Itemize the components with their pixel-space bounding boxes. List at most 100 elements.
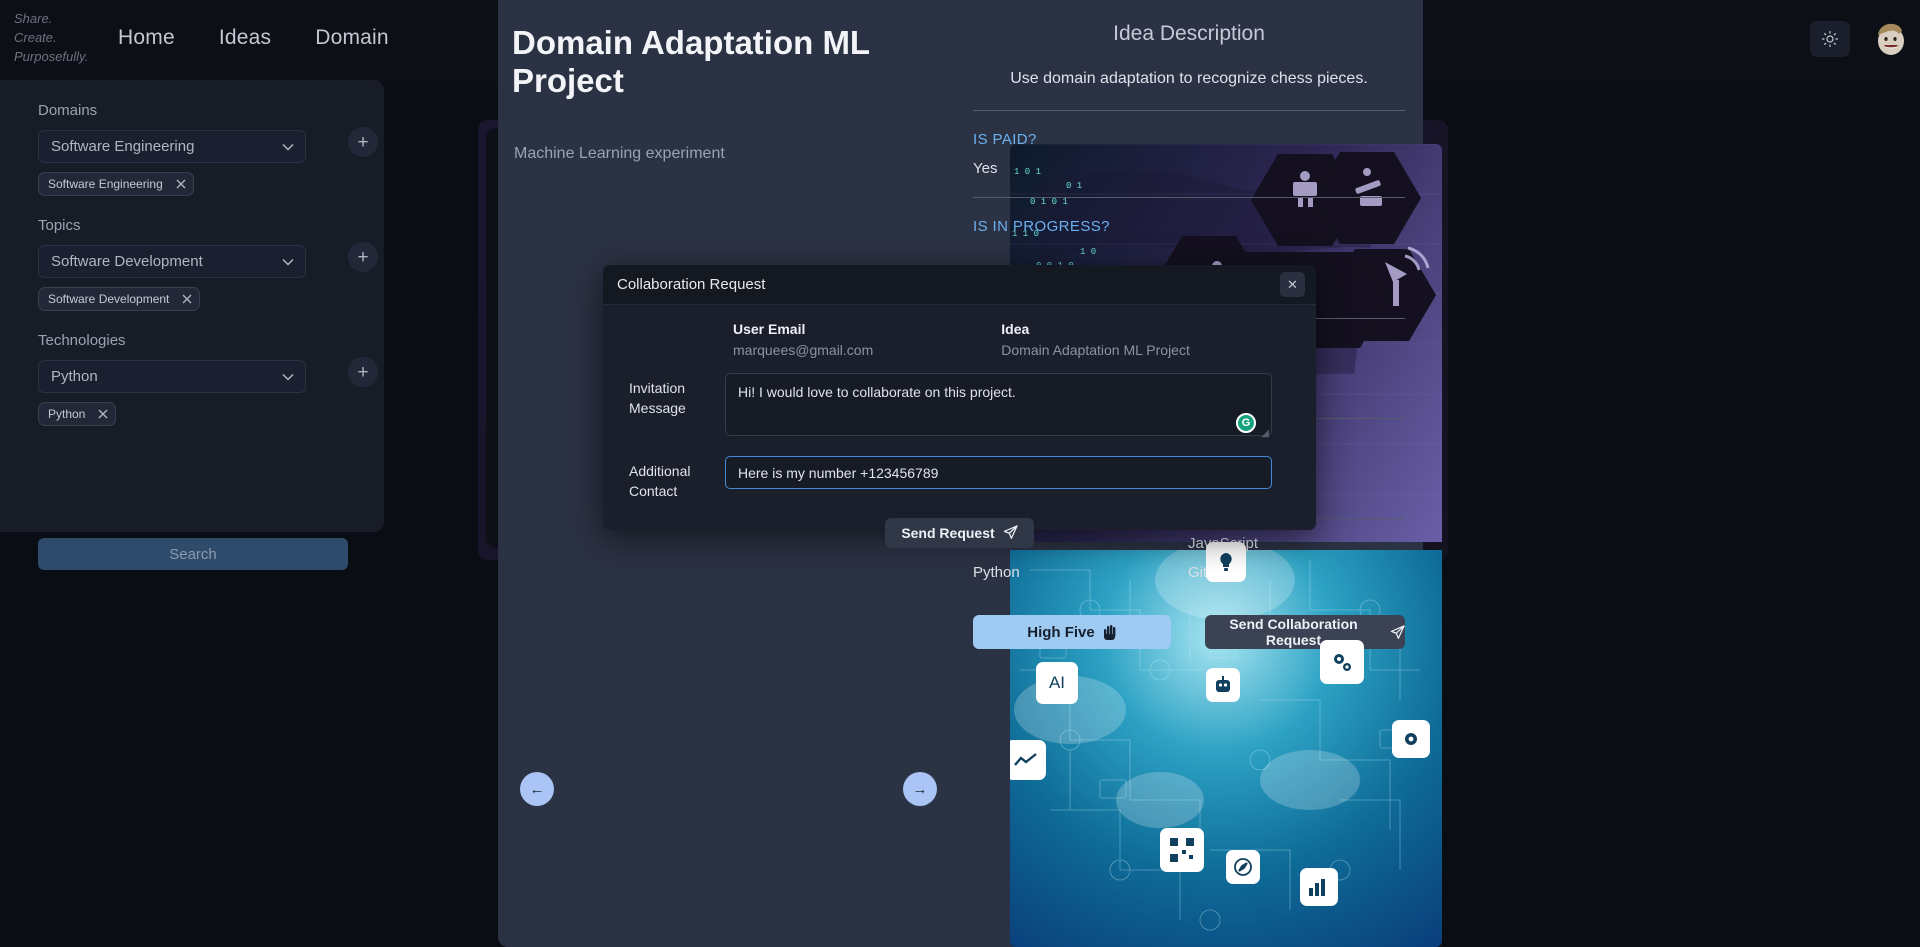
technology-item: Python [973, 564, 1020, 581]
resize-handle-icon[interactable]: ◢ [1261, 428, 1269, 439]
chart-line-icon [1010, 740, 1046, 780]
send-icon [1390, 624, 1405, 640]
theme-toggle-button[interactable] [1810, 21, 1850, 57]
technologies-select-value: Python [51, 368, 98, 385]
chip-topic-remove-icon[interactable] [175, 288, 199, 310]
user-email-block: User Email marquees@gmail.com [733, 321, 873, 358]
filter-group-topics: Topics Software Development + Software D… [38, 217, 378, 311]
collaboration-request-modal: Collaboration Request ✕ User Email marqu… [603, 265, 1316, 548]
user-avatar[interactable] [1870, 17, 1912, 59]
send-collaboration-request-button[interactable]: Send Collaboration Request [1205, 615, 1405, 649]
qr-code-icon [1160, 828, 1204, 872]
close-icon[interactable]: ✕ [1280, 272, 1305, 297]
idea-label: Idea [1001, 321, 1030, 337]
filter-label-technologies: Technologies [38, 332, 126, 349]
carousel-prev-button[interactable]: ← [520, 772, 554, 806]
send-request-row: Send Request [603, 517, 1316, 548]
chevron-down-icon [282, 143, 294, 151]
qr-icon [1170, 838, 1194, 862]
high-five-button[interactable]: High Five [973, 615, 1171, 649]
modal-meta-row: User Email marquees@gmail.com Idea Domai… [603, 321, 1316, 358]
additional-contact-input[interactable] [725, 456, 1272, 489]
filters-sidebar: Domains Software Engineering + Software … [0, 80, 384, 570]
hand-icon [1103, 625, 1116, 640]
lightbulb-icon [1220, 553, 1232, 571]
compass-icon [1226, 850, 1260, 884]
chip-topic[interactable]: Software Development [38, 287, 201, 311]
user-email-value: marquees@gmail.com [733, 342, 874, 358]
tagline-line-3: Purposefully. [14, 48, 89, 64]
bar-chart-icon [1309, 879, 1325, 896]
chip-topic-label: Software Development [48, 292, 170, 306]
send-request-label: Send Request [901, 524, 995, 541]
filter-group-domains: Domains Software Engineering + Software … [38, 102, 378, 196]
chip-domain-remove-icon[interactable] [169, 173, 193, 195]
modal-title: Collaboration Request [617, 276, 766, 293]
invitation-message-wrap: G ◢ [725, 373, 1272, 441]
modal-body: User Email marquees@gmail.com Idea Domai… [603, 305, 1316, 548]
idea-block: Idea Domain Adaptation ML Project [1001, 321, 1190, 358]
high-five-label: High Five [1027, 623, 1095, 641]
chevron-down-icon [282, 373, 294, 381]
add-technology-button[interactable]: + [348, 357, 378, 387]
detail-heading: Idea Description [1113, 22, 1265, 45]
field-value-is-in-progress [955, 235, 1423, 267]
technologies-select[interactable]: Python [38, 360, 306, 393]
gears-icon [1320, 640, 1364, 684]
robot-head-icon [1206, 668, 1240, 702]
grammarly-icon[interactable]: G [1236, 413, 1256, 433]
raised-hand-icon [1103, 624, 1117, 640]
additional-contact-label: Additional Contact [629, 463, 691, 500]
additional-contact-row: Additional Contact [603, 456, 1316, 502]
idea-value: Domain Adaptation ML Project [1001, 342, 1190, 358]
sun-icon [1821, 30, 1839, 48]
invitation-message-row: Invitation Message G ◢ [603, 373, 1316, 441]
detail-description: Use domain adaptation to recognize chess… [1010, 70, 1368, 87]
gear-icon [1405, 733, 1417, 745]
user-email-label: User Email [733, 321, 806, 337]
send-request-button[interactable]: Send Request [885, 517, 1034, 548]
field-label-is-paid: IS PAID? [973, 131, 1037, 148]
domains-select-value: Software Engineering [51, 138, 195, 155]
ai-chip-icon: AI [1036, 662, 1078, 704]
settings-gear-icon [1392, 720, 1430, 758]
send-icon [1003, 525, 1018, 540]
brand-tagline: Share. Create. Purposefully. [14, 10, 88, 67]
nav-item-ideas[interactable]: Ideas [219, 26, 271, 50]
app-root: Share. Create. Purposefully. Home Ideas … [0, 0, 1920, 947]
chip-domain[interactable]: Software Engineering [38, 172, 194, 196]
search-button[interactable]: Search [38, 538, 348, 570]
gear-icon [1334, 654, 1351, 671]
paper-plane-icon [1003, 525, 1018, 540]
filter-group-technologies: Technologies Python + Python [38, 332, 378, 426]
add-topic-button[interactable]: + [348, 242, 378, 272]
add-domain-button[interactable]: + [348, 127, 378, 157]
domains-select[interactable]: Software Engineering [38, 130, 306, 163]
filter-label-topics: Topics [38, 217, 81, 234]
chip-technology[interactable]: Python [38, 402, 117, 426]
compass-icon [1234, 858, 1252, 876]
invitation-message-input[interactable] [725, 373, 1272, 436]
tagline-line-2: Create. [14, 29, 57, 45]
chip-technology-label: Python [48, 407, 86, 421]
topics-select-value: Software Development [51, 253, 203, 270]
trend-line-icon [1014, 753, 1037, 766]
bar-chart-icon [1300, 868, 1338, 906]
chip-technology-remove-icon[interactable] [91, 403, 115, 425]
avatar-face-icon [1878, 23, 1904, 55]
nav-item-home[interactable]: Home [118, 26, 175, 50]
chip-domain-label: Software Engineering [48, 177, 163, 191]
nav-item-domain[interactable]: Domain [315, 26, 389, 50]
tagline-line-1: Share. [14, 11, 53, 26]
main-nav: Home Ideas Domain [118, 26, 389, 50]
chevron-down-icon [282, 258, 294, 266]
carousel-next-button[interactable]: → [903, 772, 937, 806]
bulb-icon [1206, 542, 1246, 582]
robot-icon [1216, 676, 1230, 692]
field-label-is-in-progress: IS IN PROGRESS? [973, 218, 1110, 235]
paper-plane-icon [1390, 624, 1405, 639]
field-value-is-paid: Yes [973, 160, 998, 177]
idea-subtitle: Machine Learning experiment [514, 145, 725, 162]
invitation-message-label: Invitation Message [629, 380, 686, 417]
topics-select[interactable]: Software Development [38, 245, 306, 278]
